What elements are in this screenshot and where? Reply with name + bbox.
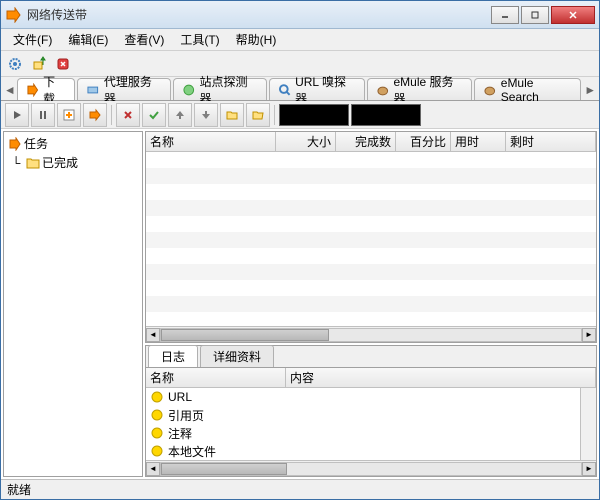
tab-log[interactable]: 日志 xyxy=(148,345,198,367)
gear-icon[interactable] xyxy=(5,54,25,74)
scroll-right-button[interactable]: ► xyxy=(582,328,596,342)
col-detail-content[interactable]: 内容 xyxy=(286,368,596,387)
task-grid-header: 名称 大小 完成数 百分比 用时 剩时 xyxy=(146,132,596,152)
delete-icon[interactable] xyxy=(53,54,73,74)
detail-tabs: 日志 详细资料 xyxy=(145,345,597,367)
toolbar-actions xyxy=(1,101,599,129)
menu-tools[interactable]: 工具(T) xyxy=(172,29,227,50)
confirm-button[interactable] xyxy=(142,103,166,127)
menu-help[interactable]: 帮助(H) xyxy=(228,29,285,50)
app-window: 网络传送带 文件(F) 编辑(E) 查看(V) 工具(T) 帮助(H) ◄ 下载… xyxy=(0,0,600,500)
status-display-1 xyxy=(279,104,349,126)
separator xyxy=(274,105,275,125)
titlebar: 网络传送带 xyxy=(1,1,599,29)
scroll-thumb[interactable] xyxy=(161,463,287,475)
app-icon xyxy=(5,7,21,23)
emule-search-icon xyxy=(483,83,497,97)
download-icon xyxy=(26,83,40,97)
content-area: 任务 └ 已完成 名称 大小 完成数 百分比 用时 剩时 xyxy=(1,129,599,479)
tabbar: ◄ 下载 代理服务器 站点探测器 URL 嗅探器 eMule 服务器 eMule… xyxy=(1,77,599,101)
detail-grid: 名称 内容 URL 引用页 注释 本地文件 ◄ ► xyxy=(145,367,597,477)
detail-row: URL xyxy=(146,388,580,406)
bullet-icon xyxy=(150,390,164,404)
maximize-button[interactable] xyxy=(521,6,549,24)
col-detail-name[interactable]: 名称 xyxy=(146,368,286,387)
tab-scroll-left[interactable]: ◄ xyxy=(3,80,17,100)
tab-emule-search[interactable]: eMule Search xyxy=(474,78,581,100)
col-percent[interactable]: 百分比 xyxy=(396,132,451,151)
detail-grid-header: 名称 内容 xyxy=(146,368,596,388)
scroll-track[interactable] xyxy=(160,462,582,476)
tab-site-probe[interactable]: 站点探测器 xyxy=(173,78,267,100)
statusbar: 就绪 xyxy=(1,479,599,499)
scroll-track[interactable] xyxy=(160,328,582,342)
tab-scroll-right[interactable]: ► xyxy=(583,80,597,100)
bullet-icon xyxy=(150,408,164,422)
bullet-icon xyxy=(150,426,164,440)
close-button[interactable] xyxy=(551,6,595,24)
col-size[interactable]: 大小 xyxy=(276,132,336,151)
sniffer-icon xyxy=(278,83,292,97)
task-tree: 任务 └ 已完成 xyxy=(4,132,142,174)
new-task-button[interactable] xyxy=(83,103,107,127)
remove-button[interactable] xyxy=(116,103,140,127)
col-elapsed[interactable]: 用时 xyxy=(451,132,506,151)
move-up-button[interactable] xyxy=(168,103,192,127)
menubar: 文件(F) 编辑(E) 查看(V) 工具(T) 帮助(H) xyxy=(1,29,599,51)
task-grid: 名称 大小 完成数 百分比 用时 剩时 ◄ ► xyxy=(145,131,597,343)
sidebar: 任务 └ 已完成 xyxy=(3,131,143,477)
detail-grid-body[interactable]: URL 引用页 注释 本地文件 xyxy=(146,388,580,460)
col-done[interactable]: 完成数 xyxy=(336,132,396,151)
folder-icon xyxy=(26,157,40,169)
detail-row: 注释 xyxy=(146,424,580,442)
tasks-icon xyxy=(8,137,22,151)
col-remaining[interactable]: 剩时 xyxy=(506,132,596,151)
add-button[interactable] xyxy=(57,103,81,127)
detail-vscroll[interactable] xyxy=(580,388,596,460)
proxy-icon xyxy=(86,83,100,97)
move-down-button[interactable] xyxy=(194,103,218,127)
menu-view[interactable]: 查看(V) xyxy=(116,29,172,50)
main-panel: 名称 大小 完成数 百分比 用时 剩时 ◄ ► 日志 详细资料 xyxy=(145,131,597,477)
emule-icon xyxy=(376,83,390,97)
tab-emule-server[interactable]: eMule 服务器 xyxy=(367,78,472,100)
task-grid-body[interactable] xyxy=(146,152,596,326)
bullet-icon xyxy=(150,444,164,458)
window-title: 网络传送带 xyxy=(27,6,491,23)
detail-row: 引用页 xyxy=(146,406,580,424)
status-text: 就绪 xyxy=(7,481,31,498)
col-name[interactable]: 名称 xyxy=(146,132,276,151)
detail-hscroll[interactable]: ◄ ► xyxy=(146,460,596,476)
tab-download[interactable]: 下载 xyxy=(17,78,76,100)
browse-button[interactable] xyxy=(246,103,270,127)
pause-button[interactable] xyxy=(31,103,55,127)
scroll-left-button[interactable]: ◄ xyxy=(146,328,160,342)
tab-url-sniffer[interactable]: URL 嗅探器 xyxy=(269,78,365,100)
scroll-thumb[interactable] xyxy=(161,329,329,341)
detail-row: 本地文件 xyxy=(146,442,580,460)
play-button[interactable] xyxy=(5,103,29,127)
export-icon[interactable] xyxy=(29,54,49,74)
tree-connector: └ xyxy=(8,156,24,170)
task-hscroll[interactable]: ◄ ► xyxy=(146,326,596,342)
tree-tasks[interactable]: 任务 xyxy=(6,134,140,153)
tab-details[interactable]: 详细资料 xyxy=(200,345,274,367)
tab-proxy[interactable]: 代理服务器 xyxy=(77,78,171,100)
scroll-left-button[interactable]: ◄ xyxy=(146,462,160,476)
separator xyxy=(111,105,112,125)
status-display-2 xyxy=(351,104,421,126)
probe-icon xyxy=(182,83,196,97)
scroll-right-button[interactable]: ► xyxy=(582,462,596,476)
open-folder-button[interactable] xyxy=(220,103,244,127)
menu-edit[interactable]: 编辑(E) xyxy=(60,29,116,50)
menu-file[interactable]: 文件(F) xyxy=(5,29,60,50)
tree-completed[interactable]: └ 已完成 xyxy=(6,153,140,172)
minimize-button[interactable] xyxy=(491,6,519,24)
